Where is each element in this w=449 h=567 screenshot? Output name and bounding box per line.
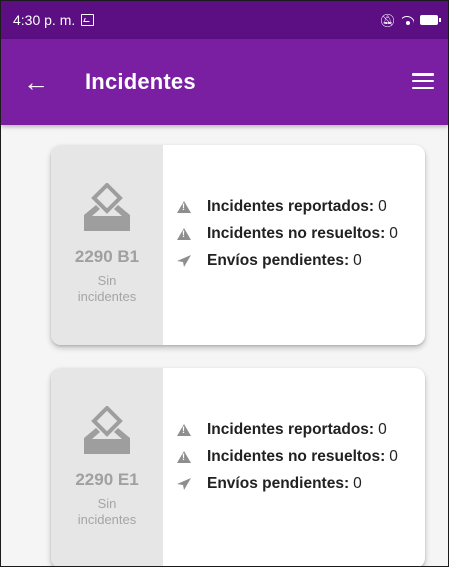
stat-reported-incidents: Incidentes reportados: 0 xyxy=(175,421,425,439)
polling-station-card[interactable]: 2290 E1 Sin incidentes Incidentes report… xyxy=(51,368,425,566)
notifications-off-icon: 🔕︎ xyxy=(379,12,396,28)
stat-value: 0 xyxy=(353,252,362,269)
stat-pending-submissions: Envíos pendientes: 0 xyxy=(175,475,425,493)
stat-label: Incidentes reportados: xyxy=(207,198,375,215)
stat-value: 0 xyxy=(353,475,362,492)
warning-icon xyxy=(175,422,193,438)
wifi-icon xyxy=(402,15,414,25)
status-bar: 4:30 p. m. 🔕︎ xyxy=(1,1,448,39)
warning-icon xyxy=(175,199,193,215)
incident-list: 2290 B1 Sin incidentes Incidentes report… xyxy=(1,125,448,566)
stat-value: 0 xyxy=(389,448,398,465)
stat-value: 0 xyxy=(378,421,387,438)
page-title: Incidentes xyxy=(85,69,196,94)
card-stats: Incidentes reportados: 0 Incidentes no r… xyxy=(163,145,425,345)
battery-icon xyxy=(420,15,441,25)
ballot-box-icon xyxy=(84,406,130,454)
stat-label: Incidentes no resueltos: xyxy=(207,225,386,242)
app-bar: ← Incidentes xyxy=(1,39,448,125)
card-summary-panel: 2290 B1 Sin incidentes xyxy=(51,145,163,345)
warning-icon xyxy=(175,449,193,465)
arrow-left-icon[interactable]: ← xyxy=(23,69,63,95)
stat-unresolved-incidents: Incidentes no resueltos: 0 xyxy=(175,225,425,243)
send-icon xyxy=(175,476,193,492)
card-stats: Incidentes reportados: 0 Incidentes no r… xyxy=(163,368,425,566)
stat-label: Envíos pendientes: xyxy=(207,252,350,269)
send-icon xyxy=(175,253,193,269)
stat-value: 0 xyxy=(389,225,398,242)
stat-label: Incidentes reportados: xyxy=(207,421,375,438)
status-time: 4:30 p. m. xyxy=(13,12,76,28)
stat-label: Envíos pendientes: xyxy=(207,475,350,492)
station-status: Sin incidentes xyxy=(77,496,137,527)
card-summary-panel: 2290 E1 Sin incidentes xyxy=(51,368,163,566)
stat-pending-submissions: Envíos pendientes: 0 xyxy=(175,252,425,270)
station-status: Sin incidentes xyxy=(77,273,137,304)
stat-unresolved-incidents: Incidentes no resueltos: 0 xyxy=(175,448,425,466)
station-code: 2290 E1 xyxy=(75,470,139,489)
station-code: 2290 B1 xyxy=(74,247,140,266)
app-screen: 4:30 p. m. 🔕︎ ← Incidentes 2290 B1 Sin i… xyxy=(0,0,449,567)
warning-icon xyxy=(175,226,193,242)
polling-station-card[interactable]: 2290 B1 Sin incidentes Incidentes report… xyxy=(51,145,425,345)
gallery-notification-icon xyxy=(81,14,95,26)
hamburger-menu-icon[interactable] xyxy=(412,73,434,89)
stat-label: Incidentes no resueltos: xyxy=(207,448,386,465)
ballot-box-icon xyxy=(84,183,130,231)
stat-reported-incidents: Incidentes reportados: 0 xyxy=(175,198,425,216)
stat-value: 0 xyxy=(378,198,387,215)
